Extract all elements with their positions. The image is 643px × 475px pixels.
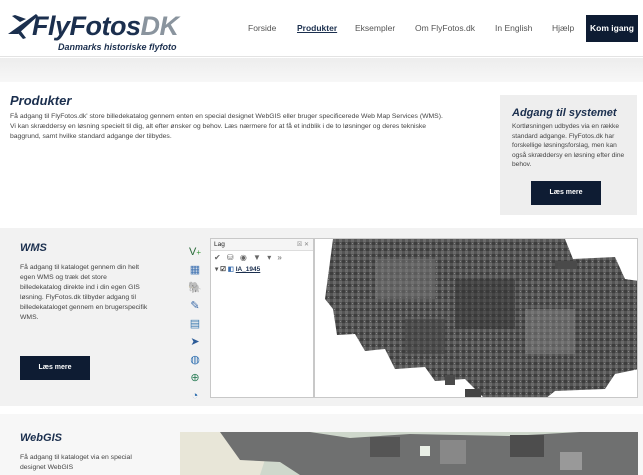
- layers-panel: Lag ☒ ✕ ✔ ⛁ ◉ ▼ ▾ » ▾ ☑ ◧ IA_1945: [210, 238, 314, 398]
- site-header: FlyFotosDK Danmarks historiske flyfoto F…: [0, 0, 643, 57]
- webgis-title: WebGIS: [20, 432, 62, 444]
- produkter-text: Få adgang til FlyFotos.dk' store billede…: [10, 113, 443, 140]
- nav-om-flyfotos[interactable]: Om FlyFotos.dk: [415, 15, 475, 42]
- layers-toolbar[interactable]: ✔ ⛁ ◉ ▼ ▾ »: [211, 251, 313, 264]
- gis-toolbar: V+ ▦ 🐘 ✎ ▤ ➤ ◍ ⊕ ◔: [185, 243, 207, 402]
- kom-igang-button[interactable]: Kom igang: [586, 15, 638, 42]
- wms-section: WMS Få adgang til kataloget gennem din h…: [0, 228, 643, 406]
- adgang-laes-mere-button[interactable]: Læs mere: [531, 181, 601, 205]
- layers-panel-header: Lag ☒ ✕: [211, 239, 313, 251]
- webgis-text: Få adgang til kataloget via en special d…: [20, 454, 132, 471]
- wms-layer-icon: ◧: [227, 266, 234, 273]
- add-wcs-icon: ⊕: [190, 372, 200, 384]
- checkbox-icon[interactable]: ☑: [220, 266, 226, 273]
- main-nav: Forside Produkter Eksempler Om FlyFotos.…: [0, 15, 643, 42]
- wms-title: WMS: [20, 242, 47, 254]
- webgis-map-image: [180, 432, 638, 475]
- add-vector-icon: V+: [188, 246, 201, 258]
- add-raster-icon: ▦: [189, 264, 201, 276]
- add-oracle-icon: ➤: [190, 336, 200, 348]
- add-wms-icon: ◍: [190, 354, 200, 366]
- add-wfs-icon: ◔: [191, 390, 199, 402]
- add-postgis-icon: 🐘: [188, 282, 202, 294]
- nav-forside[interactable]: Forside: [248, 15, 276, 42]
- expand-icon[interactable]: ▾: [215, 266, 218, 273]
- nav-in-english[interactable]: In English: [495, 15, 532, 42]
- wms-laes-mere-button[interactable]: Læs mere: [20, 356, 90, 380]
- nav-produkter[interactable]: Produkter: [297, 15, 337, 42]
- logo-tagline: Danmarks historiske flyfoto: [58, 42, 177, 52]
- header-band: [0, 58, 643, 82]
- adgang-text: Kortløsningen udbydes via en række stand…: [512, 123, 625, 168]
- webgis-map-preview[interactable]: [180, 432, 638, 475]
- add-spatialite-icon: ✎: [190, 300, 200, 312]
- adgang-box: Adgang til systemet Kortløsningen udbyde…: [500, 95, 637, 215]
- panel-close-icon[interactable]: ☒ ✕: [297, 239, 309, 251]
- aerial-photo-mosaic: [325, 239, 637, 397]
- nav-eksempler[interactable]: Eksempler: [355, 15, 395, 42]
- layer-item[interactable]: ▾ ☑ ◧ IA_1945: [211, 264, 313, 276]
- add-mssql-icon: ▤: [189, 318, 201, 330]
- wms-map-canvas[interactable]: [314, 238, 638, 398]
- layer-name: IA_1945: [235, 266, 261, 273]
- page-title: Produkter: [10, 93, 72, 108]
- adgang-title: Adgang til systemet: [512, 107, 617, 119]
- wms-text: Få adgang til kataloget gennem din helt …: [20, 264, 148, 321]
- webgis-section: WebGIS Få adgang til kataloget via en sp…: [0, 414, 643, 475]
- nav-hjaelp[interactable]: Hjælp: [552, 15, 574, 42]
